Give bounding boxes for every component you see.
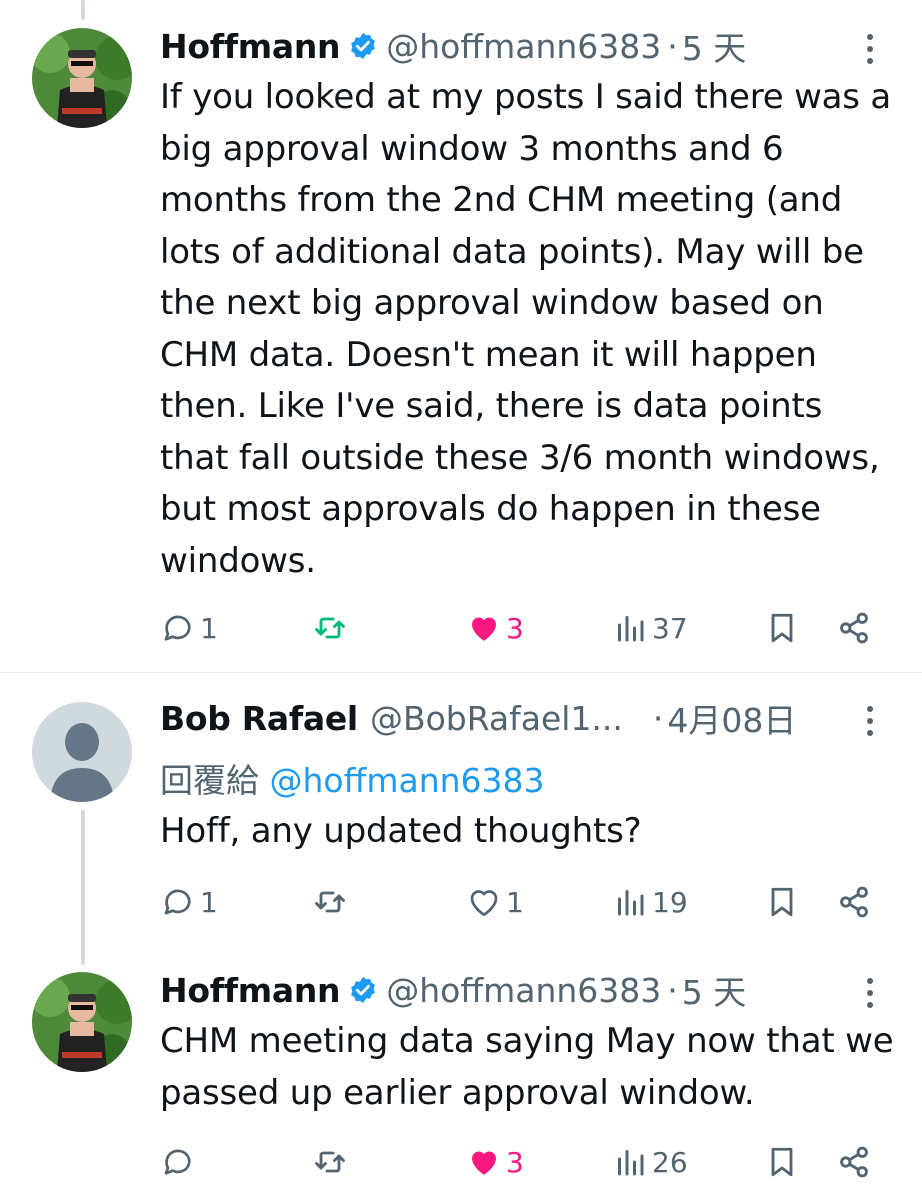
avatar-photo [32,972,132,1072]
views-button[interactable]: 19 [612,880,688,924]
tweet-text: If you looked at my posts I said there w… [160,77,892,581]
bookmark-button[interactable] [764,1140,800,1184]
tweet-header: Hoffmann @hoffmann6383 · 5 天 [160,20,746,72]
avatar[interactable] [32,28,132,128]
tweet-text: Hoff, any updated thoughts? [160,811,642,851]
repost-button[interactable] [312,880,352,924]
reply-count: 1 [200,885,218,919]
bookmark-icon [771,887,793,917]
replying-to: 回覆給 @hoffmann6383 [160,754,545,802]
action-bar: 1 1 19 [160,880,880,924]
more-options-icon[interactable] [862,978,878,1018]
share-icon [840,886,868,918]
share-button[interactable] [836,880,872,924]
separator-dot: · [652,698,664,738]
timestamp[interactable]: 4月08日 [667,694,796,742]
reply-prefix: 回覆給 [160,761,259,800]
author-handle[interactable]: @BobRafael1... [370,699,623,738]
separator-dot: · [667,970,678,1010]
view-count: 19 [652,885,688,919]
avatar-photo [32,28,132,128]
like-count: 3 [506,611,524,645]
author-name[interactable]: Hoffmann [160,971,341,1010]
reply-button[interactable]: 1 [160,606,218,650]
reply-icon [164,889,191,915]
like-count: 1 [506,885,524,919]
view-count: 37 [652,611,688,645]
like-button[interactable]: 3 [466,606,524,650]
reply-count: 1 [200,611,218,645]
avatar[interactable] [32,702,132,802]
bookmark-button[interactable] [764,880,800,924]
repost-icon [315,1151,345,1173]
repost-button[interactable] [312,1140,352,1184]
separator-dot: · [667,26,678,66]
share-icon [840,612,868,644]
bookmark-icon [771,613,793,643]
share-button[interactable] [836,606,872,650]
view-count: 26 [652,1145,688,1179]
author-handle[interactable]: @hoffmann6383 [386,27,661,66]
thread-line [81,810,85,965]
share-icon [840,1146,868,1178]
views-button[interactable]: 26 [612,1140,688,1184]
action-bar: 1 3 37 [160,606,880,650]
tweet-header: Hoffmann @hoffmann6383 · 5 天 [160,964,746,1016]
divider [0,672,922,673]
avatar[interactable] [32,972,132,1072]
like-count: 3 [506,1145,524,1179]
more-options-icon[interactable] [862,706,878,746]
reply-icon [164,615,191,641]
repost-icon [315,617,345,639]
author-handle[interactable]: @hoffmann6383 [386,971,661,1010]
like-button[interactable]: 3 [466,1140,524,1184]
verified-badge-icon [351,976,376,1004]
like-button[interactable]: 1 [466,880,524,924]
bookmark-button[interactable] [764,606,800,650]
action-bar: 3 26 [160,1140,880,1184]
default-avatar-icon [32,702,132,802]
reply-to-link[interactable]: @hoffmann6383 [270,761,545,800]
timestamp[interactable]: 5 天 [682,22,747,70]
author-name[interactable]: Hoffmann [160,27,341,66]
timestamp[interactable]: 5 天 [682,966,747,1014]
heart-outline-icon [470,890,498,917]
reply-button[interactable] [160,1140,200,1184]
repost-button[interactable] [312,606,352,650]
heart-filled-icon [472,1151,496,1175]
heart-filled-icon [472,617,496,641]
tweet-text: CHM meeting data saying May now that we … [160,1021,894,1113]
views-chart-icon [618,1150,644,1176]
share-button[interactable] [836,1140,872,1184]
thread-line [81,0,85,20]
views-chart-icon [618,616,644,642]
verified-badge-icon [351,32,376,60]
more-options-icon[interactable] [862,34,878,74]
views-button[interactable]: 37 [612,606,688,650]
tweet-header: Bob Rafael @BobRafael1... · 4月08日 [160,692,796,744]
reply-button[interactable]: 1 [160,880,218,924]
repost-icon [315,891,345,913]
bookmark-icon [771,1147,793,1177]
views-chart-icon [618,890,644,916]
reply-icon [164,1149,191,1175]
author-name[interactable]: Bob Rafael [160,699,358,738]
